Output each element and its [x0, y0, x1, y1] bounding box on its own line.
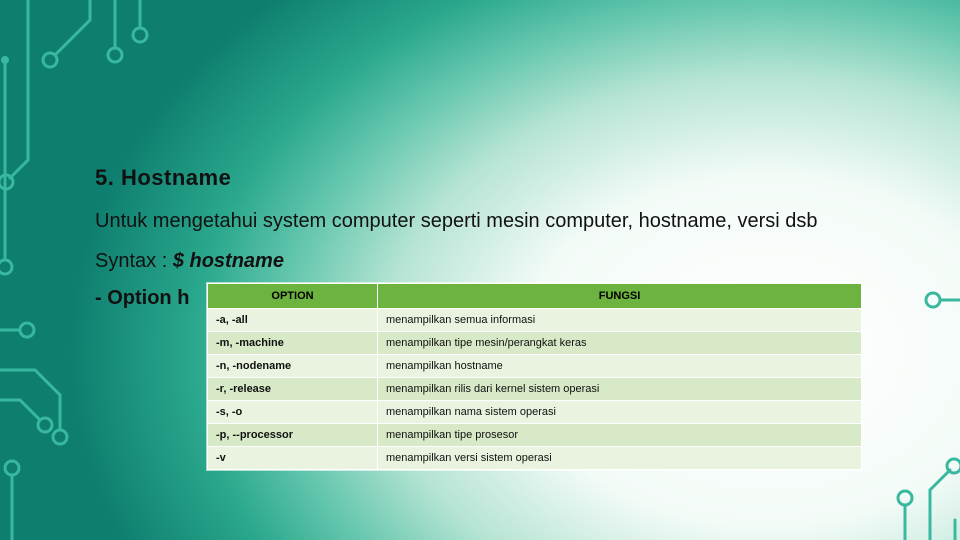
table-row: -n, -nodename menampilkan hostname	[208, 355, 862, 378]
cell-option: -r, -release	[208, 378, 378, 401]
table-row: -v menampilkan versi sistem operasi	[208, 447, 862, 470]
cell-fungsi: menampilkan tipe prosesor	[378, 424, 862, 447]
cell-fungsi: menampilkan semua informasi	[378, 309, 862, 332]
cell-option: -m, -machine	[208, 332, 378, 355]
cell-option: -s, -o	[208, 401, 378, 424]
table-row: -r, -release menampilkan rilis dari kern…	[208, 378, 862, 401]
col-fungsi: FUNGSI	[378, 284, 862, 309]
table-row: -p, --processor menampilkan tipe proseso…	[208, 424, 862, 447]
section-description: Untuk mengetahui system computer seperti…	[95, 207, 900, 236]
section-heading: 5. Hostname	[95, 165, 900, 191]
option-lead-text: - Option h	[95, 287, 189, 310]
cell-fungsi: menampilkan rilis dari kernel sistem ope…	[378, 378, 862, 401]
table-row: -a, -all menampilkan semua informasi	[208, 309, 862, 332]
table-row: -s, -o menampilkan nama sistem operasi	[208, 401, 862, 424]
cell-fungsi: menampilkan nama sistem operasi	[378, 401, 862, 424]
syntax-line: Syntax : $ hostname	[95, 250, 900, 273]
options-table: OPTION FUNGSI -a, -all menampilkan semua…	[207, 283, 862, 470]
table-row: -m, -machine menampilkan tipe mesin/pera…	[208, 332, 862, 355]
syntax-command: $ hostname	[173, 250, 284, 272]
cell-option: -v	[208, 447, 378, 470]
cell-option: -p, --processor	[208, 424, 378, 447]
cell-option: -n, -nodename	[208, 355, 378, 378]
table-header-row: OPTION FUNGSI	[208, 284, 862, 309]
col-option: OPTION	[208, 284, 378, 309]
cell-fungsi: menampilkan hostname	[378, 355, 862, 378]
slide-content: 5. Hostname Untuk mengetahui system comp…	[95, 165, 900, 470]
cell-option: -a, -all	[208, 309, 378, 332]
cell-fungsi: menampilkan versi sistem operasi	[378, 447, 862, 470]
cell-fungsi: menampilkan tipe mesin/perangkat keras	[378, 332, 862, 355]
syntax-label: Syntax :	[95, 250, 173, 272]
